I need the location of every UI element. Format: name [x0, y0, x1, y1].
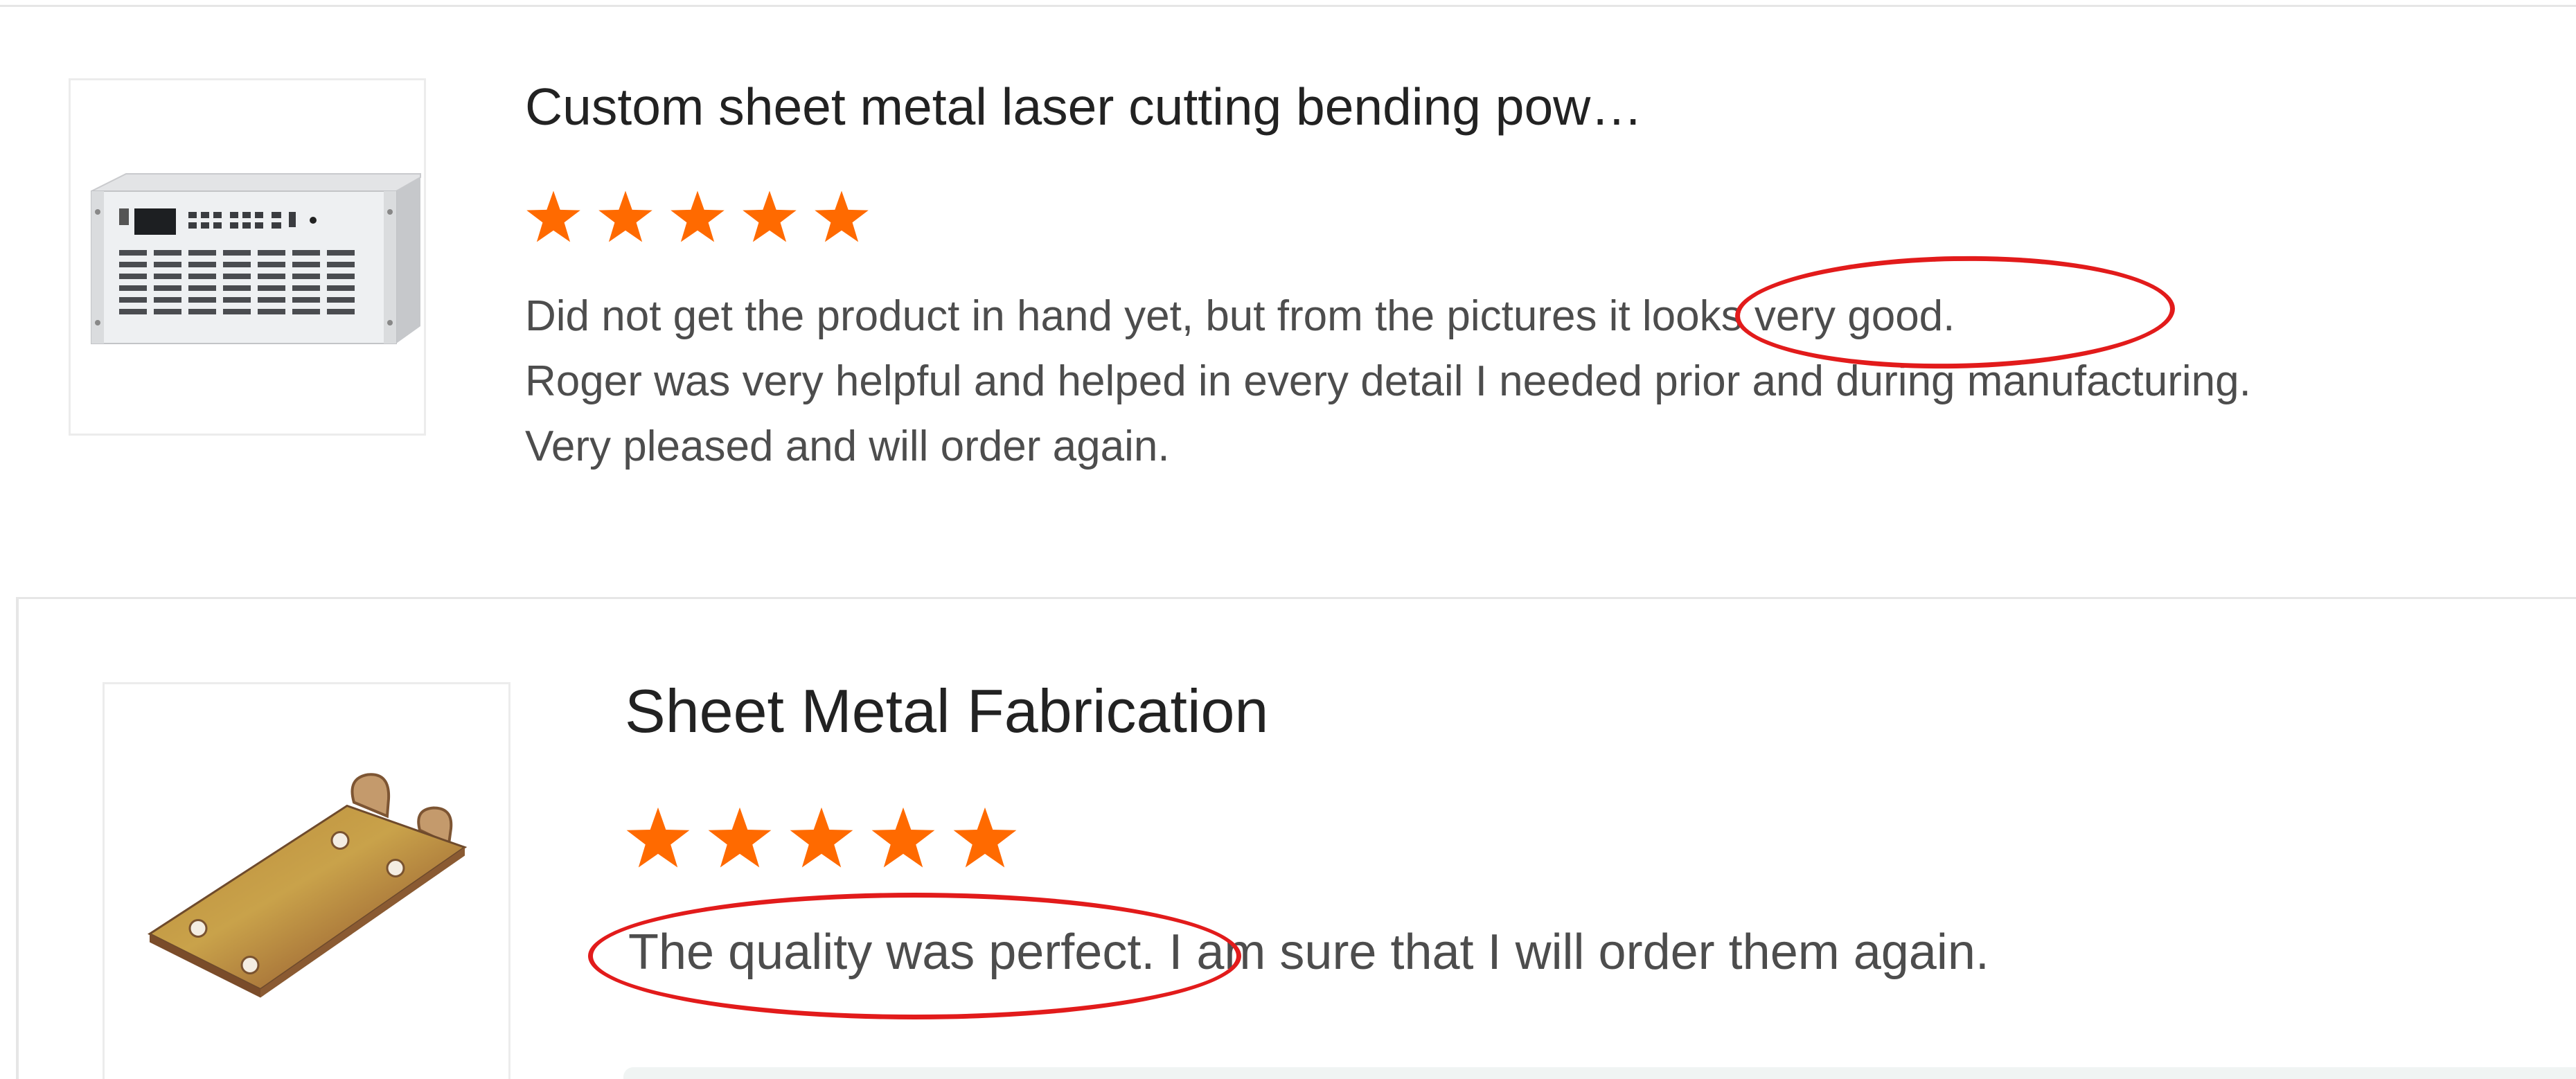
review-text: Did not get the product in hand yet, but…: [525, 284, 2251, 479]
star-icon: [526, 190, 580, 242]
power-supply-rack-unit-icon: [91, 173, 421, 344]
star-icon: [708, 807, 772, 868]
star-icon: [598, 190, 652, 242]
product-title[interactable]: Sheet Metal Fabrication: [625, 681, 1268, 742]
review-text-line: Very pleased and will order again.: [525, 422, 1170, 470]
brass-hinge-plate-icon: [147, 773, 468, 998]
reply-panel-edge: [623, 1067, 2576, 1079]
star-icon: [743, 190, 797, 242]
review-card: Custom sheet metal laser cutting bending…: [0, 7, 2576, 599]
product-image[interactable]: [103, 682, 510, 1079]
star-icon: [871, 807, 935, 868]
star-rating: [625, 805, 1018, 872]
product-title[interactable]: Custom sheet metal laser cutting bending…: [525, 81, 1642, 133]
star-icon: [790, 807, 853, 868]
review-text-line: The quality was perfect. I am sure that …: [628, 925, 1989, 980]
star-icon: [815, 190, 869, 242]
star-icon: [953, 807, 1017, 868]
review-text-line: Roger was very helpful and helped in eve…: [525, 357, 2251, 405]
product-image[interactable]: [69, 78, 426, 436]
star-rating: [525, 189, 870, 246]
review-card: Sheet Metal Fabrication The quality was …: [16, 597, 2576, 1079]
review-list: Custom sheet metal laser cutting bending…: [0, 0, 2576, 1079]
review-text: The quality was perfect. I am sure that …: [628, 918, 1989, 987]
star-icon: [670, 190, 725, 242]
star-icon: [626, 807, 690, 868]
review-text-line: Did not get the product in hand yet, but…: [525, 292, 1955, 340]
